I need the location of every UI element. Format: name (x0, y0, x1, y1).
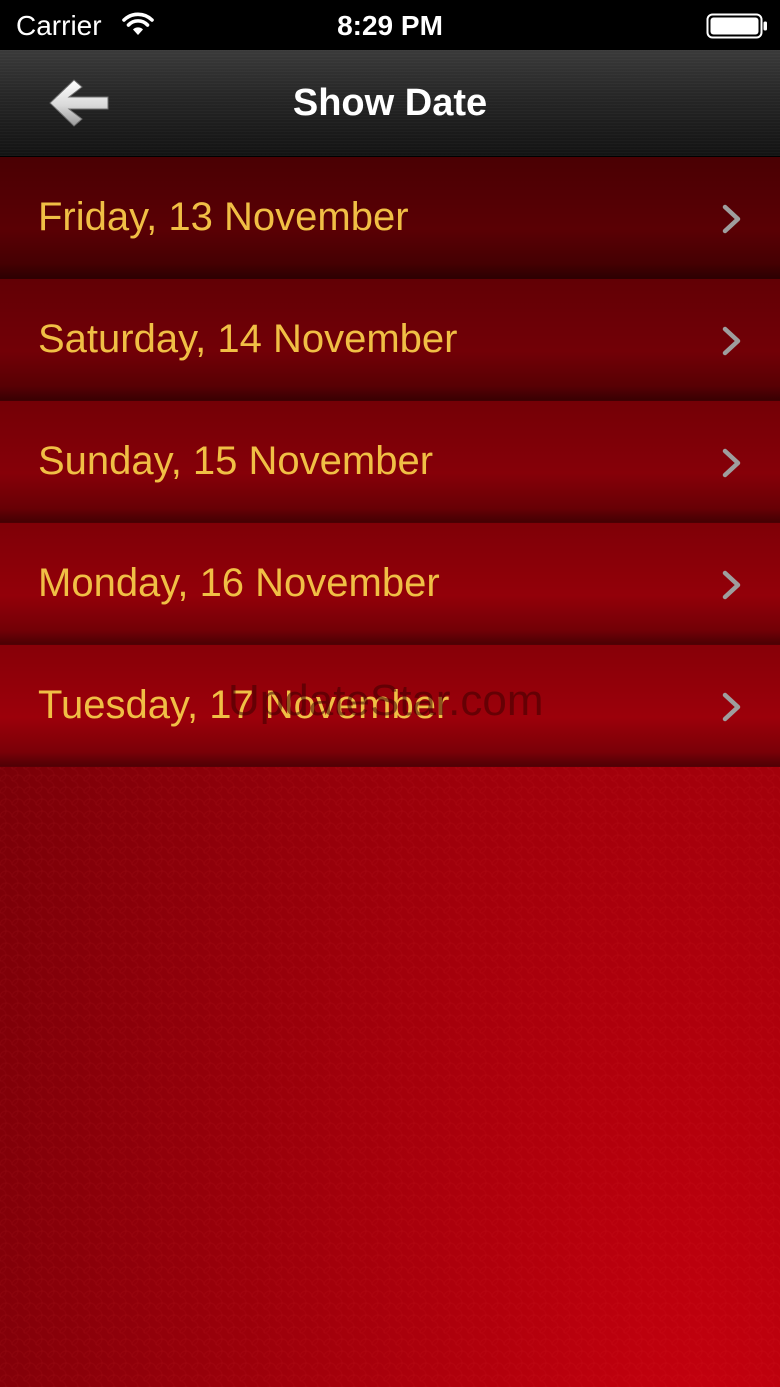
date-label: Friday, 13 November (38, 195, 409, 239)
date-list-item[interactable]: Sunday, 15 November (0, 401, 780, 523)
date-label: Tuesday, 17 November (38, 683, 450, 727)
chevron-right-icon (722, 326, 741, 356)
date-list: Friday, 13 November Saturday, 14 Novembe… (0, 157, 780, 767)
date-list-item[interactable]: Monday, 16 November (0, 523, 780, 645)
date-list-item[interactable]: Tuesday, 17 November (0, 645, 780, 767)
battery-full-icon (706, 13, 767, 39)
date-label: Monday, 16 November (38, 561, 440, 605)
date-label: Saturday, 14 November (38, 317, 458, 361)
navigation-bar: Show Date (0, 50, 780, 157)
chevron-right-icon (722, 204, 741, 234)
content-area: Friday, 13 November Saturday, 14 Novembe… (0, 157, 780, 1387)
clock-time: 8:29 PM (337, 10, 443, 41)
chevron-right-icon (722, 570, 741, 600)
date-list-item[interactable]: Saturday, 14 November (0, 279, 780, 401)
chevron-right-icon (722, 692, 741, 722)
page-title: Show Date (292, 82, 488, 124)
status-bar: Carrier 8:29 PM (0, 0, 780, 50)
chevron-right-icon (722, 448, 741, 478)
date-list-item[interactable]: Friday, 13 November (0, 157, 780, 279)
date-label: Sunday, 15 November (38, 439, 434, 483)
